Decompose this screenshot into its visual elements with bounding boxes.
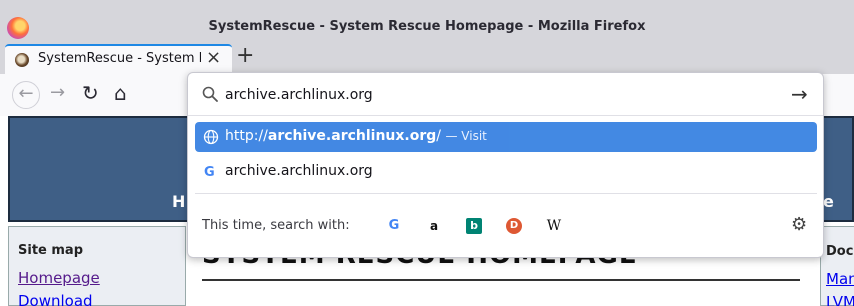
go-arrow-icon[interactable]: → (791, 83, 808, 105)
window-title: SystemRescue - System Rescue Homepage - … (208, 19, 646, 34)
title-divider (202, 279, 800, 281)
documentation-title: Docu (826, 244, 854, 259)
window-titlebar: SystemRescue - System Rescue Homepage - … (0, 0, 854, 41)
url-suffix: / (436, 128, 442, 144)
download-link[interactable]: Download (18, 292, 93, 306)
lvm-link[interactable]: LVM (826, 293, 854, 306)
google-engine-icon[interactable]: G (386, 218, 402, 234)
url-domain: archive.archlinux.org (267, 128, 437, 144)
tab-title: SystemRescue - System Rescue Homepage (38, 51, 201, 66)
suggestion-visit-url[interactable]: http://archive.archlinux.org/ — Visit (195, 122, 817, 152)
suggestion-url-text: http://archive.archlinux.org/ — Visit (225, 128, 487, 144)
suggestion-search-google[interactable]: G archive.archlinux.org (195, 157, 817, 187)
tab-systemrescue[interactable]: SystemRescue - System Rescue Homepage × (5, 44, 232, 74)
suggestion-search-text: archive.archlinux.org (225, 163, 373, 179)
site-map-title: Site map (18, 243, 83, 258)
header-nav-fragment-right[interactable]: e (823, 192, 834, 211)
urlbar-separator (188, 115, 823, 116)
duckduckgo-engine-icon[interactable]: D (506, 218, 522, 234)
one-off-label: This time, search with: (202, 218, 350, 233)
suggestion-action: — Visit (445, 129, 487, 143)
url-prefix: http:// (225, 128, 268, 144)
amazon-engine-icon[interactable]: a (426, 218, 442, 234)
search-icon (202, 86, 218, 102)
systemrescue-favicon-icon (15, 53, 29, 67)
new-tab-button[interactable]: + (236, 45, 254, 67)
one-off-separator (195, 193, 817, 194)
manual-link[interactable]: Man (826, 270, 854, 288)
bing-engine-icon[interactable]: b (466, 218, 482, 234)
homepage-link[interactable]: Homepage (18, 269, 100, 287)
url-input[interactable] (225, 84, 785, 106)
gear-icon[interactable]: ⚙ (791, 214, 807, 236)
urlbar-dropdown: → http://archive.archlinux.org/ — Visit … (187, 72, 824, 258)
globe-icon (203, 129, 219, 145)
close-tab-icon[interactable]: × (206, 48, 221, 68)
wikipedia-engine-icon[interactable]: W (546, 218, 562, 234)
forward-button[interactable]: → (50, 83, 65, 103)
google-icon: G (204, 165, 215, 180)
header-nav-fragment-left[interactable]: H (172, 192, 185, 211)
tab-strip: SystemRescue - System Rescue Homepage × … (0, 41, 854, 74)
home-button[interactable]: ⌂ (114, 83, 127, 103)
back-button[interactable]: ← (12, 81, 40, 109)
reload-button[interactable]: ↻ (82, 83, 99, 103)
